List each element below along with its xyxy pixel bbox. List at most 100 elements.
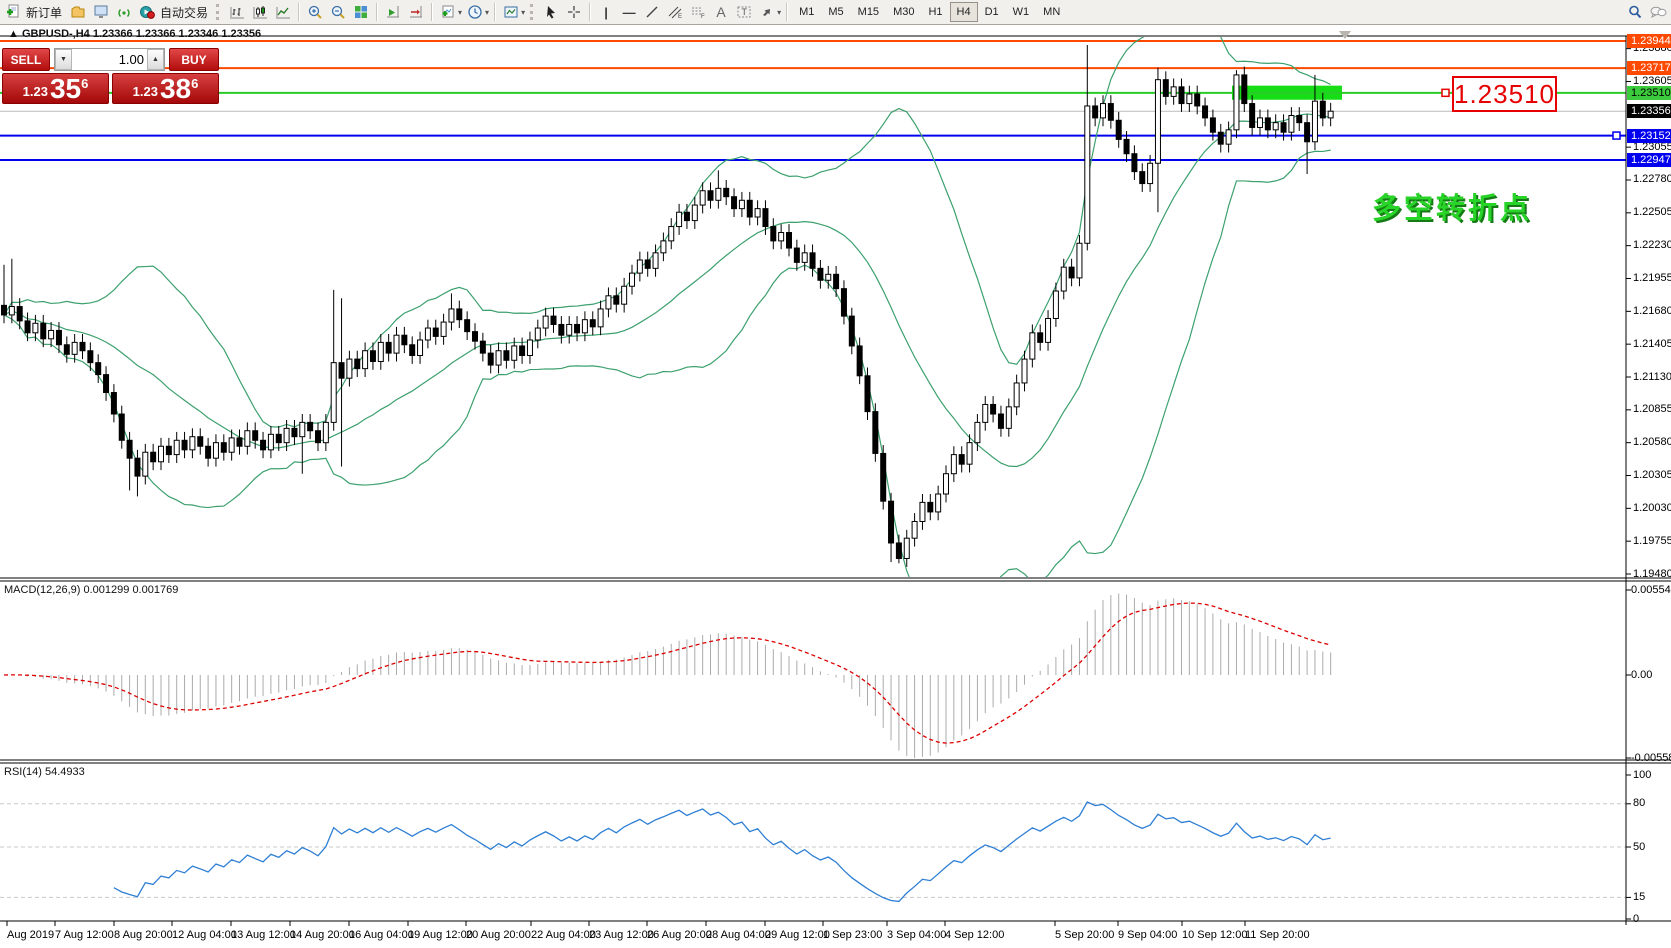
- candle-body: [928, 502, 933, 512]
- candle-body: [739, 200, 744, 208]
- timeframe-H1[interactable]: H1: [921, 2, 949, 22]
- toolbar-separator: [376, 3, 378, 21]
- auto-scroll-icon[interactable]: [382, 2, 404, 22]
- new-chart-icon[interactable]: [437, 2, 459, 22]
- candle-body: [96, 363, 101, 375]
- buy-button[interactable]: BUY: [169, 48, 219, 71]
- label-icon[interactable]: T: [733, 2, 755, 22]
- svg-text:T: T: [742, 7, 748, 17]
- candle-body: [25, 321, 30, 333]
- candle-body: [1305, 123, 1310, 142]
- timeframe-M1[interactable]: M1: [792, 2, 821, 22]
- fibonacci-icon[interactable]: F: [687, 2, 709, 22]
- chevron-down-icon[interactable]: ▾: [458, 8, 462, 17]
- candle-body: [198, 437, 203, 447]
- candle-body: [598, 309, 603, 327]
- candle-body: [237, 438, 242, 446]
- trendline-icon[interactable]: [641, 2, 663, 22]
- timeframe-D1[interactable]: D1: [978, 2, 1006, 22]
- volume-decrease-button[interactable]: ▼: [55, 49, 72, 70]
- new-order-icon[interactable]: [2, 2, 24, 22]
- timeframe-M30[interactable]: M30: [886, 2, 921, 22]
- bar-chart-icon[interactable]: [226, 2, 248, 22]
- zoom-in-icon[interactable]: [304, 2, 326, 22]
- chart-shift-marker[interactable]: [1339, 31, 1351, 39]
- timeframe-H4[interactable]: H4: [950, 2, 978, 22]
- candle-body: [692, 205, 697, 221]
- profiles-icon[interactable]: [67, 2, 89, 22]
- candle-body: [418, 340, 423, 356]
- templates-icon[interactable]: [500, 2, 522, 22]
- candle-body: [1155, 80, 1160, 164]
- candle-body: [1289, 116, 1294, 133]
- sell-button[interactable]: SELL: [2, 48, 50, 71]
- candle-body: [1053, 291, 1058, 318]
- ask-price-box[interactable]: 1.23 38 6: [112, 73, 219, 104]
- volume-spinner: ▼ 1.00 ▲: [54, 48, 165, 71]
- candle-body: [920, 502, 925, 521]
- price-level-callout[interactable]: 1.23510: [1452, 76, 1557, 112]
- candle-body: [1179, 87, 1184, 104]
- candle-body: [159, 446, 164, 462]
- candle-body: [104, 375, 109, 393]
- candle-body: [206, 446, 211, 458]
- search-icon[interactable]: [1624, 2, 1646, 22]
- candle-body: [347, 359, 352, 378]
- timeframe-MN[interactable]: MN: [1036, 2, 1067, 22]
- candle-body: [1203, 106, 1208, 118]
- volume-increase-button[interactable]: ▲: [147, 49, 164, 70]
- candle-body: [473, 332, 478, 342]
- bid-price-box[interactable]: 1.23 35 6: [2, 73, 109, 104]
- timeframe-M15[interactable]: M15: [851, 2, 886, 22]
- candle-body: [323, 422, 328, 442]
- macd-pane-label: MACD(12,26,9) 0.001299 0.001769: [4, 584, 178, 596]
- toolbar-separator: [494, 3, 496, 21]
- cursor-icon[interactable]: [540, 2, 562, 22]
- toolbar-grip[interactable]: [216, 4, 222, 20]
- line-chart-icon[interactable]: [272, 2, 294, 22]
- autotrading-label[interactable]: 自动交易: [160, 4, 208, 21]
- chevron-down-icon[interactable]: ▾: [777, 8, 781, 17]
- timeframe-M5[interactable]: M5: [821, 2, 850, 22]
- channel-icon[interactable]: E: [664, 2, 686, 22]
- autotrading-icon[interactable]: [136, 2, 158, 22]
- candle-body: [1077, 243, 1082, 278]
- zoom-out-icon[interactable]: [327, 2, 349, 22]
- chart-shift-icon[interactable]: [405, 2, 427, 22]
- callout-handle[interactable]: [1442, 89, 1449, 96]
- periods-icon[interactable]: [464, 2, 486, 22]
- vertical-line-icon[interactable]: |: [595, 2, 617, 22]
- new-order-label[interactable]: 新订单: [26, 4, 62, 21]
- candle-body: [143, 452, 148, 476]
- tile-windows-icon[interactable]: [350, 2, 372, 22]
- volume-value[interactable]: 1.00: [72, 49, 147, 70]
- candlestick-chart-icon[interactable]: [249, 2, 271, 22]
- line-handle[interactable]: [1613, 132, 1620, 139]
- candle-body: [1046, 318, 1051, 342]
- candle-body: [1281, 123, 1286, 133]
- crosshair-icon[interactable]: [563, 2, 585, 22]
- toolbar-grip[interactable]: [530, 4, 536, 20]
- candle-body: [1022, 359, 1027, 383]
- signals-icon[interactable]: [113, 2, 135, 22]
- candle-body: [559, 324, 564, 335]
- candle-body: [1265, 118, 1270, 130]
- candle-body: [1273, 123, 1278, 130]
- candle-body: [1258, 118, 1263, 128]
- terminal-icon[interactable]: [90, 2, 112, 22]
- turning-point-annotation[interactable]: 多空转折点: [1372, 185, 1532, 227]
- arrows-icon[interactable]: [756, 2, 778, 22]
- chevron-down-icon[interactable]: ▾: [485, 8, 489, 17]
- candle-body: [700, 191, 705, 205]
- macd-signal-value: 0.001769: [132, 584, 178, 596]
- bid-price-prefix: 1.23: [23, 84, 48, 99]
- collapse-arrow-icon[interactable]: ▲: [8, 28, 19, 40]
- macd-main-value: 0.001299: [83, 584, 129, 596]
- horizontal-line-icon[interactable]: —: [618, 2, 640, 22]
- text-icon[interactable]: A: [710, 2, 732, 22]
- chevron-down-icon[interactable]: ▾: [521, 8, 525, 17]
- timeframe-W1[interactable]: W1: [1006, 2, 1037, 22]
- candle-body: [1250, 104, 1255, 128]
- candle-body: [496, 351, 501, 365]
- chat-icon[interactable]: [1647, 2, 1669, 22]
